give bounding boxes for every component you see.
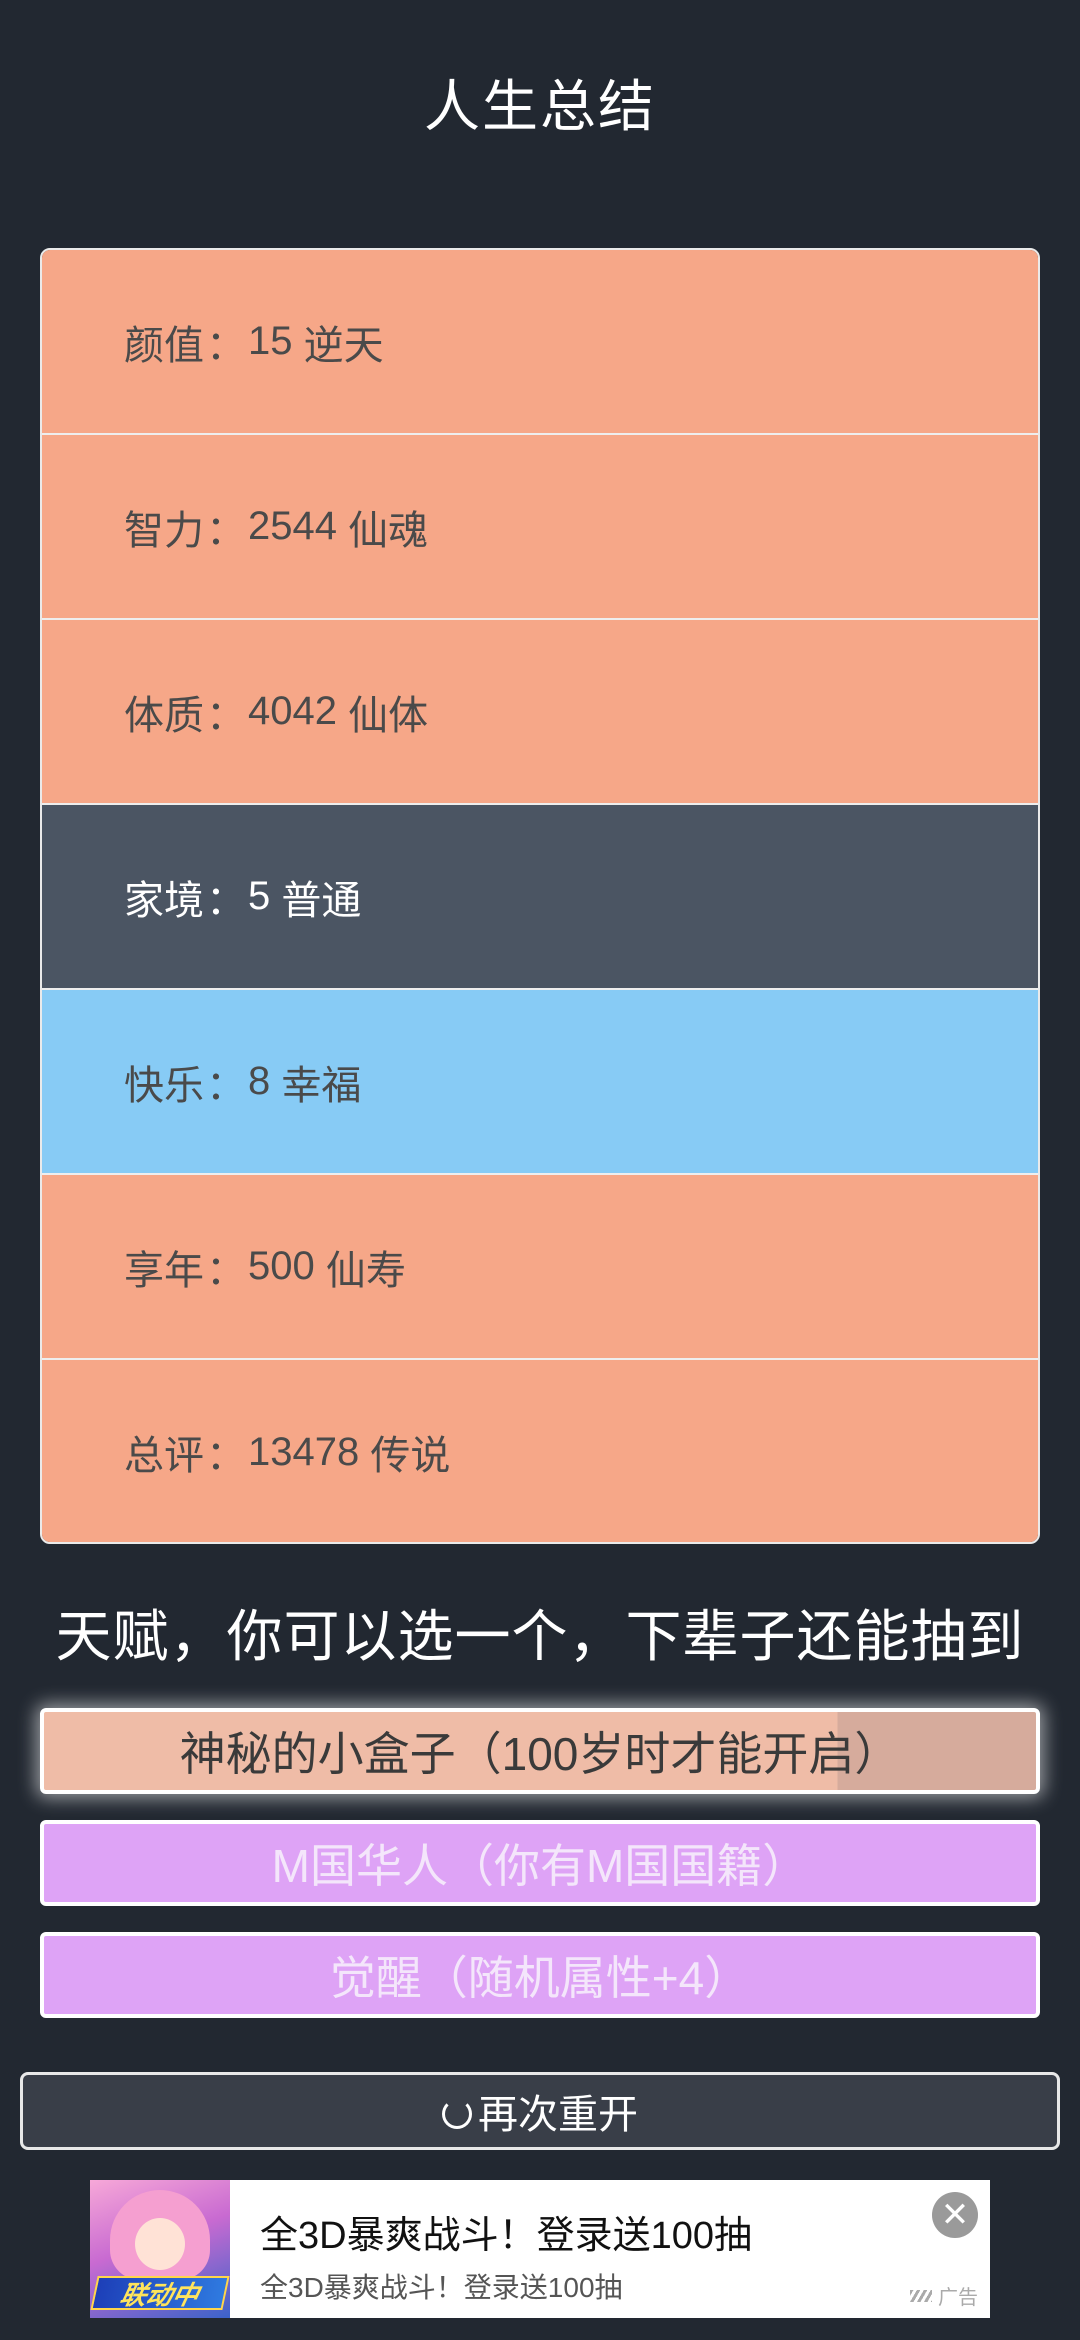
stat-grade: 仙魂 bbox=[348, 508, 429, 553]
refresh-icon bbox=[442, 2099, 472, 2129]
stat-grade: 普通 bbox=[281, 878, 362, 923]
ad-character-face bbox=[135, 2218, 185, 2270]
stat-label: 体质 bbox=[124, 693, 204, 738]
ad-banner[interactable]: 联动中 全3D暴爽战斗！登录送100抽 全3D暴爽战斗！登录送100抽 ✕ 广告 bbox=[90, 2180, 990, 2318]
stat-row-family: 家境： 5 普通 bbox=[42, 805, 1038, 990]
ad-badge: 联动中 bbox=[90, 2276, 230, 2310]
stat-label: 颜值 bbox=[124, 323, 204, 368]
stat-value: 2544 bbox=[248, 504, 337, 548]
stat-row-lifespan: 享年： 500 仙寿 bbox=[42, 1175, 1038, 1360]
ad-label: 广告 bbox=[910, 2281, 978, 2310]
stat-separator: ： bbox=[206, 323, 246, 368]
stat-label: 家境 bbox=[124, 878, 204, 923]
stat-label: 享年 bbox=[124, 1248, 204, 1293]
stat-grade: 幸福 bbox=[281, 1063, 362, 1108]
stat-separator: ： bbox=[206, 1434, 246, 1478]
close-icon[interactable]: ✕ bbox=[932, 2192, 978, 2238]
talent-label: M国华人（你有M国国籍） bbox=[271, 1840, 809, 1892]
stat-separator: ： bbox=[206, 693, 246, 738]
ad-logo-icon bbox=[910, 2289, 932, 2302]
stat-value: 8 bbox=[248, 1059, 271, 1103]
stat-value: 13478 bbox=[248, 1429, 360, 1474]
stat-value: 500 bbox=[248, 1244, 315, 1288]
stat-row-overall: 总评： 13478 传说 bbox=[42, 1360, 1038, 1542]
talent-label: 觉醒（随机属性+4） bbox=[329, 1952, 751, 2004]
stat-value: 5 bbox=[248, 874, 271, 918]
stat-grade: 逆天 bbox=[303, 323, 384, 368]
restart-button[interactable]: 再次重开 bbox=[20, 2072, 1060, 2150]
stat-label: 快乐 bbox=[124, 1063, 204, 1108]
stat-row-appearance: 颜值： 15 逆天 bbox=[42, 250, 1038, 435]
stat-label: 智力 bbox=[124, 508, 204, 553]
stat-value: 4042 bbox=[248, 689, 337, 733]
talent-option-mystery-box[interactable]: 神秘的小盒子（100岁时才能开启） bbox=[40, 1708, 1040, 1794]
ad-label-text: 广告 bbox=[938, 2287, 978, 2309]
stat-value: 15 bbox=[248, 319, 293, 363]
stat-row-intelligence: 智力： 2544 仙魂 bbox=[42, 435, 1038, 620]
talent-option-m-country[interactable]: M国华人（你有M国国籍） bbox=[40, 1820, 1040, 1906]
talent-option-awaken[interactable]: 觉醒（随机属性+4） bbox=[40, 1932, 1040, 2018]
stats-table: 颜值： 15 逆天 智力： 2544 仙魂 体质： 4042 仙体 家境： 5 普通 快… bbox=[40, 248, 1040, 1544]
stat-row-constitution: 体质： 4042 仙体 bbox=[42, 620, 1038, 805]
stat-separator: ： bbox=[206, 878, 246, 923]
talent-heading: 天赋，你可以选一个，下辈子还能抽到 bbox=[55, 1605, 1025, 1668]
stat-grade: 仙寿 bbox=[325, 1248, 406, 1293]
ad-headline[interactable]: 全3D暴爽战斗！登录送100抽 bbox=[260, 2204, 752, 2259]
restart-label: 再次重开 bbox=[478, 2093, 638, 2137]
stat-grade: 传说 bbox=[370, 1434, 451, 1478]
talent-label: 神秘的小盒子（100岁时才能开启） bbox=[179, 1728, 901, 1780]
stat-separator: ： bbox=[206, 508, 246, 553]
stat-row-happiness: 快乐： 8 幸福 bbox=[42, 990, 1038, 1175]
ad-badge-text: 联动中 bbox=[117, 2279, 202, 2310]
stat-grade: 仙体 bbox=[348, 693, 429, 738]
page-title: 人生总结 bbox=[424, 75, 656, 138]
ad-image[interactable]: 联动中 bbox=[90, 2180, 230, 2318]
stat-separator: ： bbox=[206, 1063, 246, 1108]
ad-subline: 全3D暴爽战斗！登录送100抽 bbox=[260, 2272, 623, 2303]
stat-separator: ： bbox=[206, 1248, 246, 1293]
stat-label: 总评 bbox=[124, 1434, 204, 1478]
